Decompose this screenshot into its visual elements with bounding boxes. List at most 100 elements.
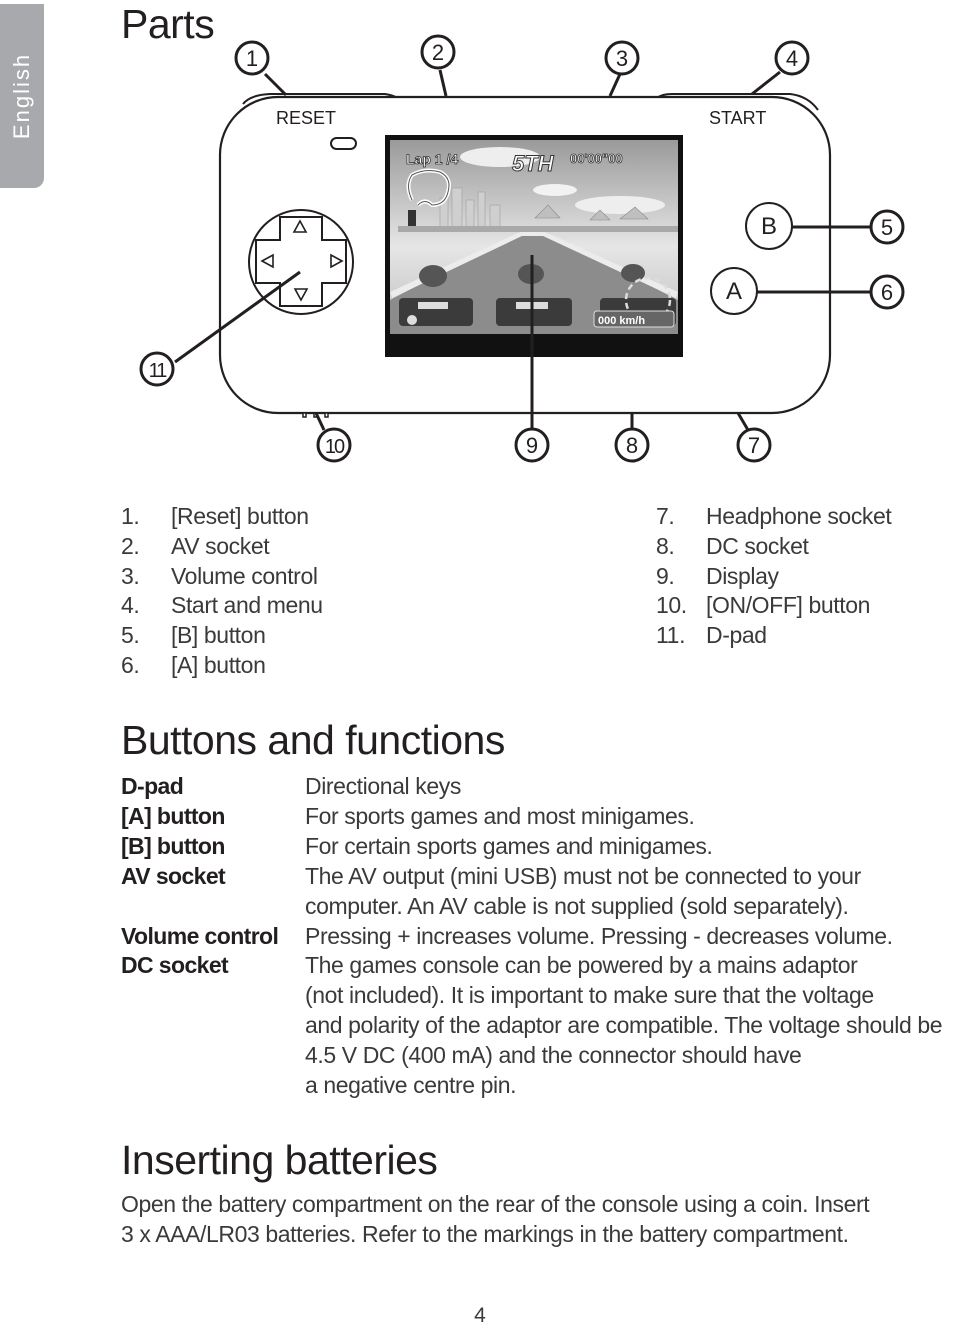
callout-10: 10: [316, 427, 352, 463]
callout-number: 8: [626, 433, 638, 458]
page-number: 4: [474, 1304, 486, 1327]
callout-2: 2: [420, 34, 456, 70]
parts-list-label: [ON/OFF] button: [706, 592, 870, 619]
function-row: DC socket The games console can be powere…: [121, 951, 960, 1101]
parts-list-item: 9. Display: [656, 562, 891, 592]
function-description: For certain sports games and minigames.: [305, 832, 960, 862]
callout-5: 5: [869, 209, 905, 245]
parts-list-label: [A] button: [171, 651, 266, 678]
function-term: D-pad: [121, 773, 184, 799]
function-description-line: computer. An AV cable is not supplied (s…: [305, 892, 849, 919]
a-button-label: A: [726, 278, 742, 305]
leader-line-7: [736, 412, 750, 431]
leader-line-4: [751, 70, 781, 96]
callout-number: 1: [246, 46, 258, 71]
parts-list-label: DC socket: [706, 532, 809, 559]
function-description: Directional keys: [305, 772, 960, 802]
function-row: [A] button For sports games and most mini…: [121, 802, 960, 832]
parts-list-item: 1. [Reset] button: [121, 502, 323, 532]
callout-number: 10: [325, 436, 345, 458]
leader-line-2: [438, 69, 448, 97]
function-term: DC socket: [121, 952, 229, 979]
function-row: Volume control Pressing + increases volum…: [121, 922, 960, 952]
parts-list-label: Display: [706, 562, 779, 589]
callout-7: 7: [736, 427, 772, 463]
b-button-label: B: [761, 213, 777, 240]
function-description: Pressing + increases volume. Pressing - …: [305, 922, 960, 952]
function-description-line: and polarity of the adaptor are compatib…: [305, 1012, 943, 1039]
parts-list-label: Start and menu: [171, 592, 323, 619]
inserting-batteries-heading: Inserting batteries: [121, 1137, 438, 1183]
parts-list-label: [Reset] button: [171, 503, 309, 529]
callout-4: 4: [774, 40, 810, 76]
callout-11: 11: [139, 351, 175, 387]
callout-number: 5: [881, 215, 893, 240]
parts-list-label: AV socket: [171, 532, 270, 559]
parts-list-number: 7.: [656, 503, 675, 529]
console-diagram: RESET START 000 km/h Lap 1 /4 5TH 00'00"…: [139, 34, 905, 463]
function-description-line: For certain sports games and minigames.: [305, 832, 713, 859]
parts-list-label: Volume control: [171, 562, 318, 589]
function-term: Volume control: [121, 922, 279, 949]
callout-9: 9: [514, 427, 550, 463]
function-description-line: Directional keys: [305, 773, 461, 799]
parts-list-item: 11. D-pad: [656, 621, 891, 651]
reset-button: [330, 137, 357, 150]
parts-list-label: Headphone socket: [706, 503, 892, 529]
batteries-instructions-line: 3 x AAA/LR03 batteries. Refer to the mar…: [121, 1220, 849, 1247]
parts-list-number: 6.: [121, 651, 140, 678]
function-row: [B] button For certain sports games and m…: [121, 832, 960, 862]
parts-list-item: 3. Volume control: [121, 562, 323, 592]
function-description: The AV output (mini USB) must not be con…: [305, 862, 960, 922]
parts-list-number: 10.: [656, 592, 687, 619]
parts-list-number: 1.: [121, 503, 140, 529]
start-label: START: [709, 108, 766, 128]
parts-list-label: D-pad: [706, 622, 767, 649]
batteries-instructions-line: Open the battery compartment on the rear…: [121, 1191, 870, 1217]
callout-6: 6: [869, 274, 905, 310]
reset-label: RESET: [276, 108, 336, 128]
callout-number: 9: [526, 433, 538, 458]
callout-number: 7: [748, 433, 760, 458]
function-description-line: The AV output (mini USB) must not be con…: [305, 862, 861, 889]
parts-list-number: 9.: [656, 562, 675, 589]
function-description-line: 4.5 V DC (400 mA) and the connector shou…: [305, 1042, 802, 1069]
callout-3: 3: [604, 40, 640, 76]
leader-line-10: [314, 412, 326, 431]
lap-counter: Lap 1 /4: [406, 151, 458, 167]
callout-number: 11: [149, 360, 168, 382]
callout-8: 8: [614, 427, 650, 463]
function-term: [B] button: [121, 832, 225, 859]
function-row: AV socket The AV output (mini USB) must n…: [121, 862, 960, 922]
function-row: D-pad Directional keys: [121, 772, 960, 802]
function-term: [A] button: [121, 802, 225, 829]
parts-list-item: 2. AV socket: [121, 532, 323, 562]
buttons-functions-heading: Buttons and functions: [121, 717, 505, 763]
callout-number: 2: [432, 40, 444, 65]
function-description-line: For sports games and most minigames.: [305, 802, 695, 829]
function-description-line: Pressing + increases volume. Pressing - …: [305, 922, 893, 949]
parts-list-right: 7. Headphone socket 8. DC socket 9. Display 10…: [656, 502, 892, 651]
batteries-instructions: Open the battery compartment on the rear…: [121, 1190, 870, 1250]
parts-list-number: 3.: [121, 562, 140, 589]
function-description-line: (not included). It is important to make …: [305, 982, 874, 1009]
parts-list-number: 8.: [656, 532, 675, 559]
race-time: 00'00"00: [570, 151, 623, 166]
function-term: AV socket: [121, 862, 226, 889]
parts-list-number: 11.: [656, 622, 686, 649]
callout-number: 4: [786, 46, 798, 71]
parts-list-item: 7. Headphone socket: [656, 502, 892, 532]
parts-list-item: 5. [B] button: [121, 621, 323, 651]
parts-list-number: 4.: [121, 592, 140, 619]
callout-number: 6: [881, 280, 893, 305]
parts-list-item: 6. [A] button: [121, 651, 323, 681]
parts-list-item: 8. DC socket: [656, 532, 891, 562]
display-screen: 000 km/h Lap 1 /4 5TH 00'00"00: [385, 135, 683, 357]
leader-line-1: [263, 72, 288, 97]
function-description: For sports games and most minigames.: [305, 802, 960, 832]
callout-1: 1: [234, 40, 270, 76]
parts-list-left: 1. [Reset] button 2. AV socket 3. Volume cont…: [121, 502, 323, 681]
parts-list-item: 4. Start and menu: [121, 591, 323, 621]
parts-list-number: 5.: [121, 622, 140, 649]
function-description: The games console can be powered by a ma…: [305, 951, 960, 1101]
